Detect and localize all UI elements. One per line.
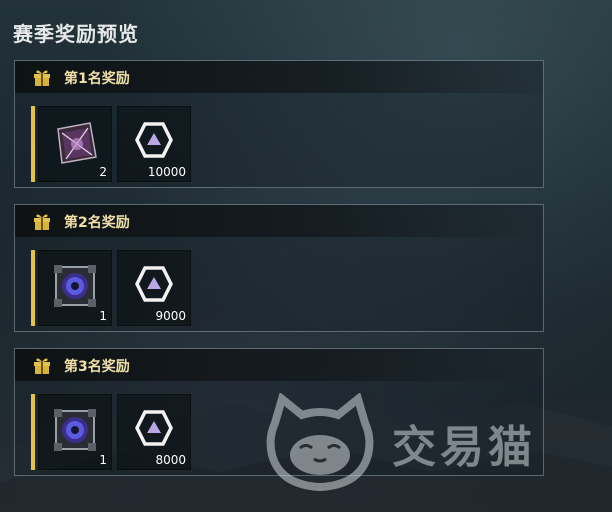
reward-item-slot[interactable]: 1 — [38, 394, 112, 470]
item-quantity: 1 — [99, 453, 107, 467]
reward-item-slot[interactable]: 2 — [38, 106, 112, 182]
rank-reward-label: 第3名奖励 — [64, 359, 130, 375]
page-title: 赛季奖励预览 — [13, 22, 139, 46]
currency-quantity: 8000 — [155, 453, 186, 467]
void-portal-cube-icon — [54, 409, 96, 451]
rank-reward-panel-3: 第3名奖励 1 8000 — [14, 348, 544, 476]
currency-quantity: 10000 — [147, 165, 186, 179]
rank-accent-bar — [31, 394, 35, 470]
gift-icon — [34, 70, 50, 86]
item-quantity: 2 — [99, 165, 107, 179]
reward-currency-slot[interactable]: 8000 — [117, 394, 191, 470]
rank-reward-label: 第2名奖励 — [64, 215, 130, 231]
reward-currency-slot[interactable]: 10000 — [117, 106, 191, 182]
rank-accent-bar — [31, 106, 35, 182]
rank-reward-label: 第1名奖励 — [64, 71, 130, 87]
gift-icon — [34, 358, 50, 374]
hexagon-token-icon — [135, 122, 173, 158]
reward-currency-slot[interactable]: 9000 — [117, 250, 191, 326]
currency-quantity: 9000 — [155, 309, 186, 323]
purple-crystal-cube-icon — [57, 122, 97, 164]
rank-accent-bar — [31, 250, 35, 326]
rank-reward-header: 第2名奖励 — [15, 205, 543, 237]
rank-reward-panel-2: 第2名奖励 1 9000 — [14, 204, 544, 332]
void-portal-cube-icon — [54, 265, 96, 307]
hexagon-token-icon — [135, 410, 173, 446]
item-quantity: 1 — [99, 309, 107, 323]
rank-reward-panel-1: 第1名奖励 2 10000 — [14, 60, 544, 188]
rank-reward-header: 第1名奖励 — [15, 61, 543, 93]
rank-reward-header: 第3名奖励 — [15, 349, 543, 381]
hexagon-token-icon — [135, 266, 173, 302]
reward-item-slot[interactable]: 1 — [38, 250, 112, 326]
gift-icon — [34, 214, 50, 230]
